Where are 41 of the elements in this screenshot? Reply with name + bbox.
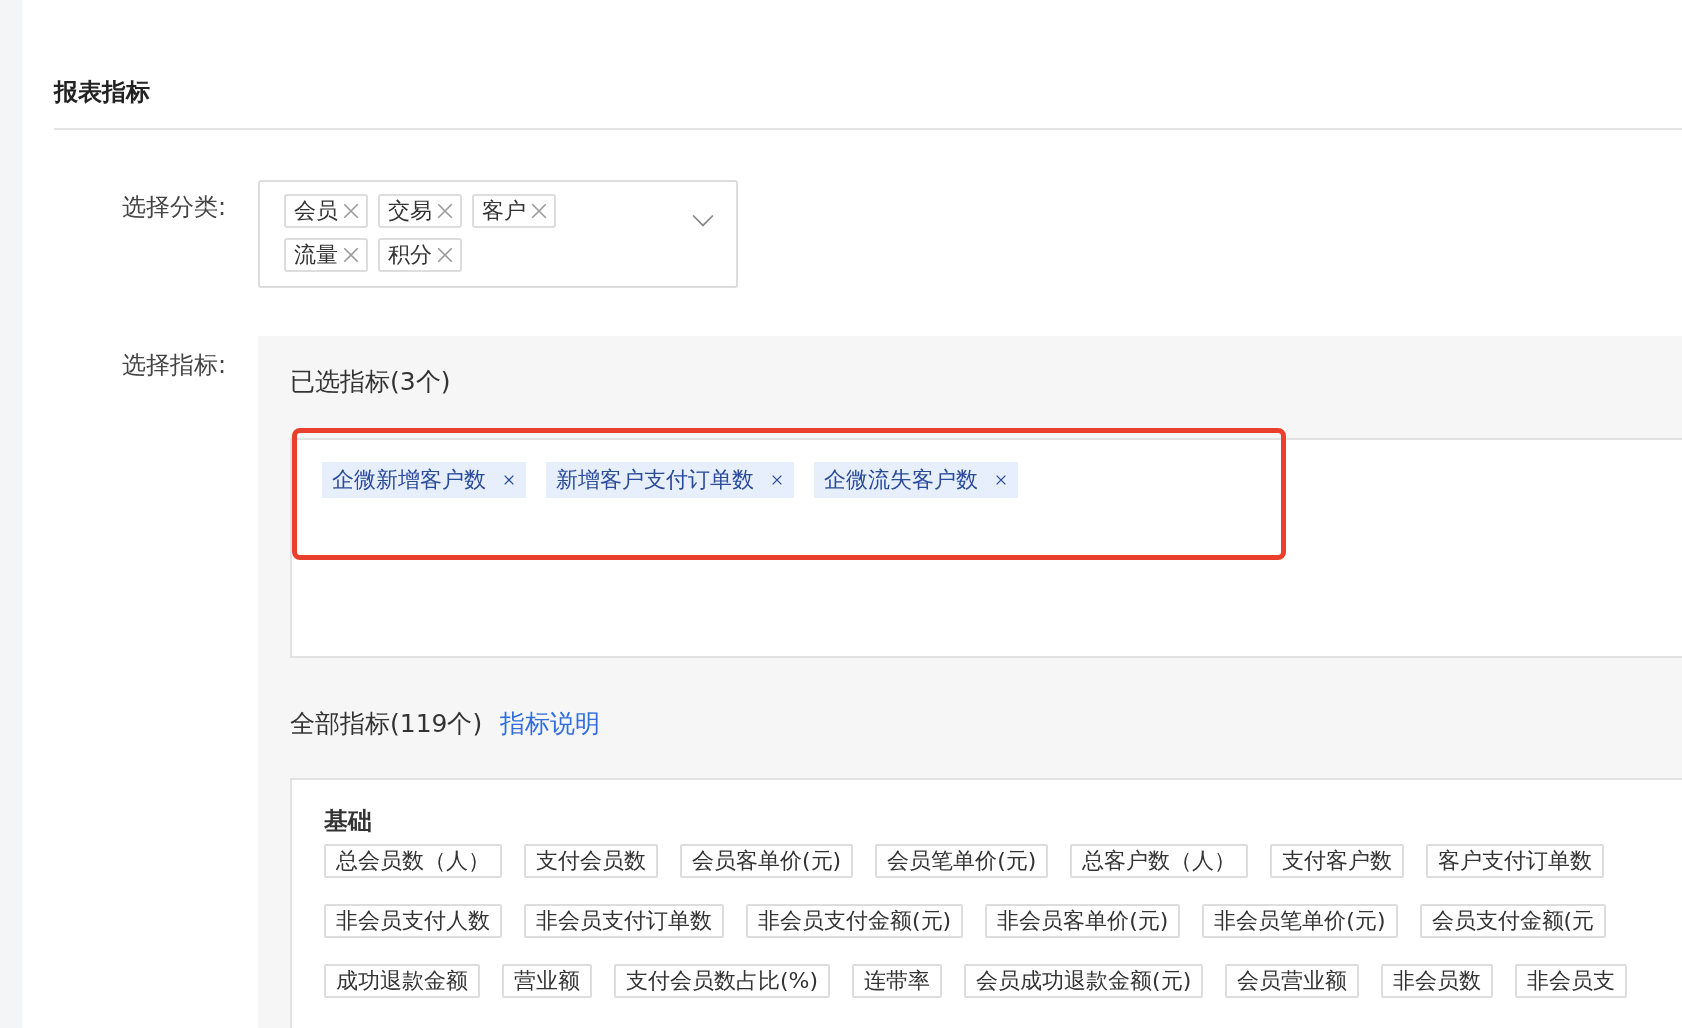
section-title: 报表指标 [54, 77, 151, 108]
metric-option[interactable]: 会员支付金额(元 [1419, 904, 1607, 938]
category-select[interactable]: 会员 交易 客户 流量 积分 [258, 180, 738, 288]
metric-option[interactable]: 总会员数（人） [324, 844, 502, 878]
close-icon[interactable] [770, 473, 784, 487]
metric-option[interactable]: 非会员支付订单数 [524, 904, 724, 938]
close-icon[interactable] [994, 473, 1008, 487]
metric-option[interactable]: 会员成功退款金额(元) [964, 964, 1204, 998]
tag-label: 新增客户支付订单数 [556, 466, 754, 494]
tag-label: 交易 [388, 197, 432, 225]
tag-label: 积分 [388, 241, 432, 269]
metric-option[interactable]: 支付客户数 [1270, 844, 1405, 878]
metric-option[interactable]: 总客户数（人） [1070, 844, 1249, 878]
metric-option[interactable]: 连带率 [852, 964, 943, 998]
metric-option[interactable]: 非会员支付人数 [324, 904, 502, 938]
tag-label: 企微流失客户数 [824, 466, 978, 494]
close-icon[interactable] [502, 473, 516, 487]
selected-heading: 已选指标(3个) [290, 366, 452, 398]
metric-option[interactable]: 会员笔单价(元) [875, 844, 1049, 878]
group-title: 基础 [324, 806, 373, 837]
field-label: 选择分类: [120, 192, 227, 223]
tag-label: 企微新增客户数 [332, 466, 486, 494]
field-label: 选择指标: [120, 350, 227, 381]
metric-option[interactable]: 会员客单价(元) [680, 844, 854, 878]
metric-option[interactable]: 支付会员数占比(%) [614, 964, 831, 998]
metric-option[interactable]: 非会员笔单价(元) [1202, 904, 1398, 938]
metric-option[interactable]: 成功退款金额 [324, 964, 480, 998]
tag-label: 会员 [294, 197, 338, 225]
metric-option[interactable]: 非会员数 [1381, 964, 1494, 998]
tag-label: 客户 [482, 197, 526, 225]
caret-icon[interactable] [692, 214, 714, 228]
metric-option[interactable]: 营业额 [502, 964, 592, 998]
metric-option[interactable]: 客户支付订单数 [1426, 844, 1605, 878]
tag-label: 流量 [294, 241, 338, 269]
metric-option[interactable]: 非会员客单价(元) [985, 904, 1181, 938]
metric-option[interactable]: 非会员支 [1515, 964, 1628, 998]
metric-option[interactable]: 支付会员数 [524, 844, 658, 878]
all-metrics-heading: 全部指标(119个) [290, 708, 483, 740]
metric-option[interactable]: 非会员支付金额(元) [746, 904, 964, 938]
metric-option[interactable]: 会员营业额 [1225, 964, 1360, 998]
help-link[interactable]: 指标说明 [500, 706, 601, 742]
